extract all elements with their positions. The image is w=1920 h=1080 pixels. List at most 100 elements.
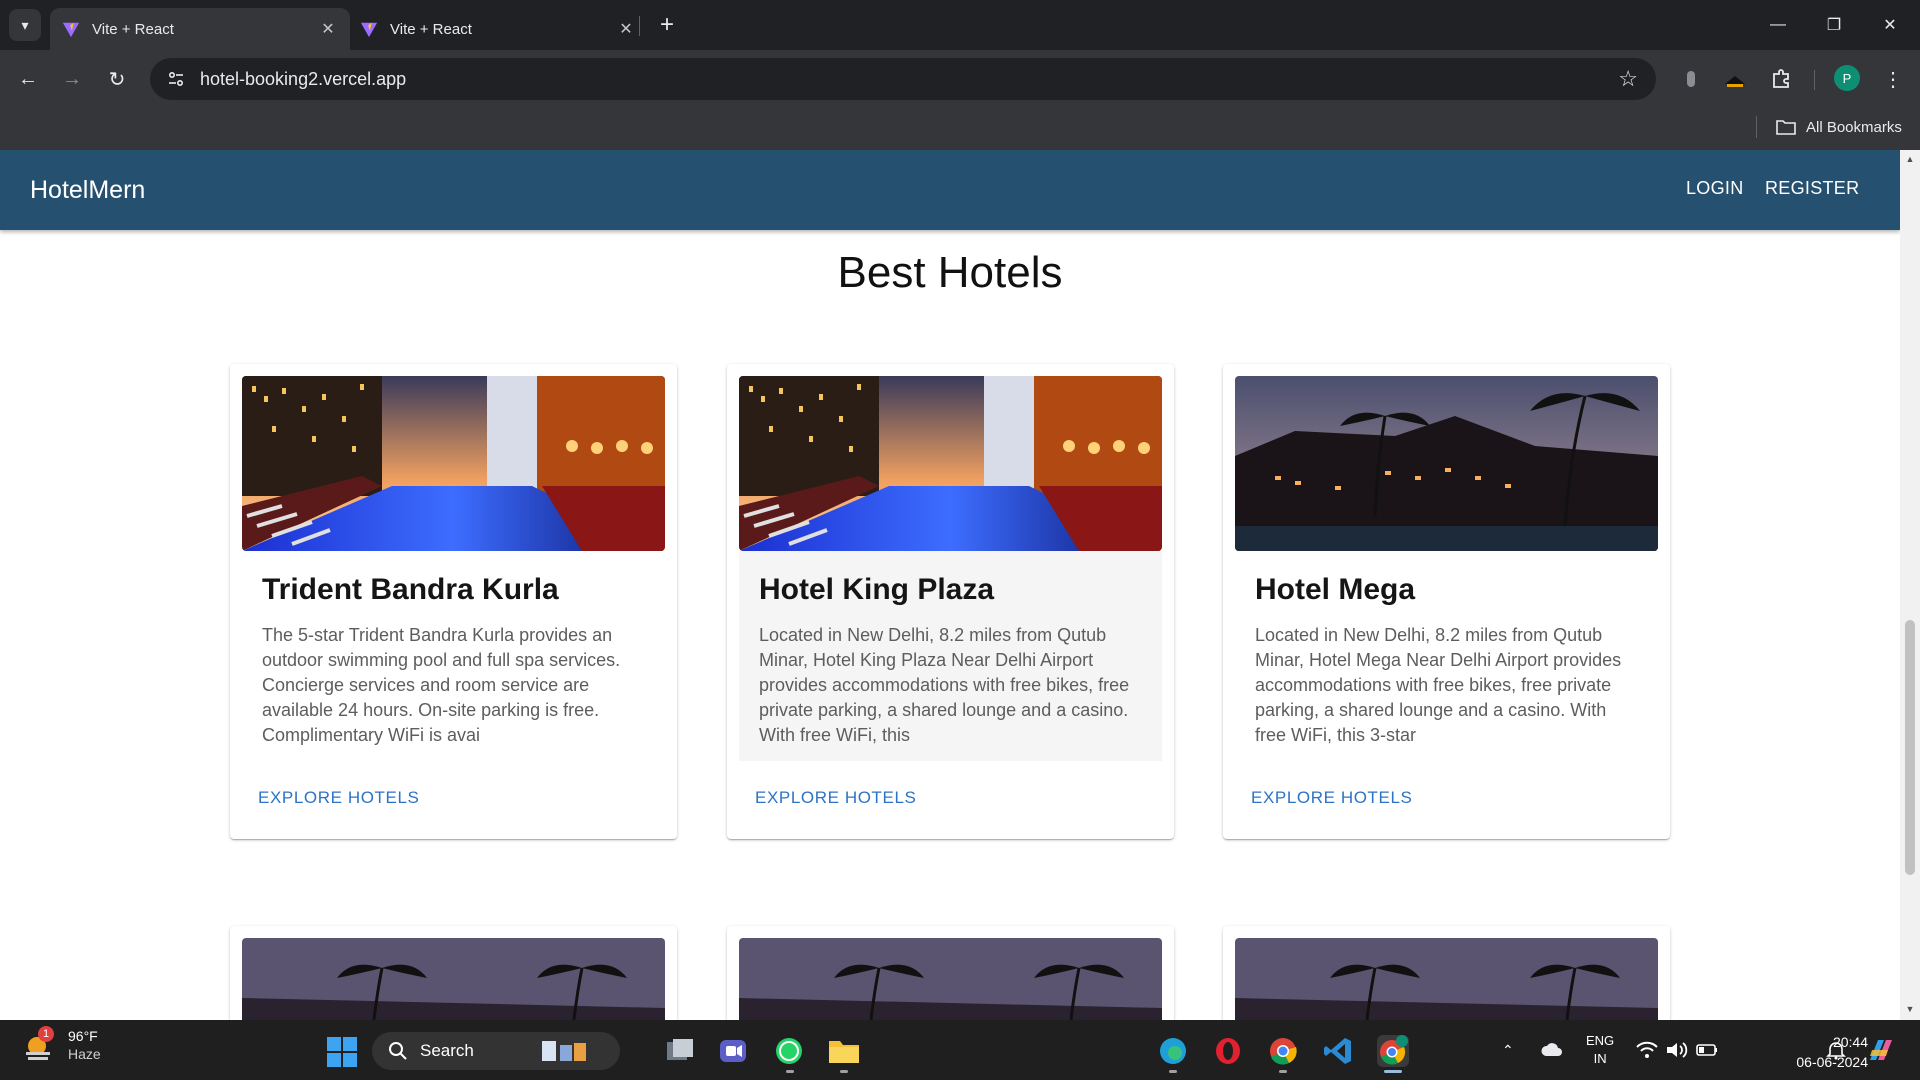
windows-start-icon[interactable] bbox=[327, 1037, 357, 1067]
new-tab-button[interactable]: + bbox=[652, 10, 682, 40]
onedrive-cloud-icon[interactable] bbox=[1540, 1020, 1564, 1080]
browser-tab-active[interactable]: Vite + React ✕ bbox=[50, 8, 350, 50]
scroll-up-arrow-icon[interactable]: ▲ bbox=[1904, 154, 1916, 164]
notification-bell-icon[interactable] bbox=[1826, 1020, 1846, 1080]
reload-icon: ↻ bbox=[108, 68, 126, 91]
address-bar[interactable]: hotel-booking2.vercel.app ☆ bbox=[150, 58, 1656, 100]
extensions-puzzle-icon[interactable] bbox=[1766, 64, 1796, 94]
edge-browser-icon[interactable] bbox=[1157, 1035, 1189, 1067]
browser-toolbar: ← → ↻ hotel-booking2.vercel.app ☆ P ⋮ bbox=[0, 50, 1920, 108]
all-bookmarks-button[interactable]: All Bookmarks bbox=[1776, 114, 1902, 140]
toolbar-divider bbox=[1814, 70, 1815, 90]
close-window-button[interactable]: ✕ bbox=[1862, 0, 1918, 50]
language-indicator[interactable]: ENG IN bbox=[1586, 1020, 1614, 1080]
scrollbar-thumb[interactable] bbox=[1905, 620, 1915, 875]
bookmarks-divider bbox=[1756, 116, 1757, 138]
weather-temperature: 96°F bbox=[68, 1028, 98, 1044]
hotel-card bbox=[727, 926, 1174, 1020]
language-region: IN bbox=[1593, 1051, 1607, 1066]
reload-button[interactable]: ↻ bbox=[100, 62, 134, 96]
running-indicator bbox=[1279, 1070, 1287, 1073]
site-info-icon[interactable] bbox=[164, 67, 188, 91]
opera-browser-icon[interactable] bbox=[1212, 1035, 1244, 1067]
register-link[interactable]: REGISTER bbox=[1765, 178, 1859, 199]
tab-close-icon[interactable]: ✕ bbox=[616, 19, 636, 39]
hotel-image[interactable] bbox=[1235, 938, 1658, 1020]
copilot-icon[interactable] bbox=[1864, 1020, 1896, 1080]
login-link[interactable]: LOGIN bbox=[1686, 178, 1744, 199]
extension-icon[interactable] bbox=[1720, 64, 1750, 94]
back-button[interactable]: ← bbox=[11, 62, 45, 96]
task-view-icon[interactable] bbox=[664, 1035, 696, 1067]
wifi-icon[interactable] bbox=[1636, 1020, 1658, 1080]
hotel-card: Trident Bandra Kurla The 5-star Trident … bbox=[230, 364, 677, 839]
active-app-indicator bbox=[1384, 1070, 1402, 1073]
hotel-card bbox=[1223, 926, 1670, 1020]
chevron-down-icon: ▾ bbox=[21, 16, 29, 33]
browser-tab[interactable]: Vite + React ✕ bbox=[348, 8, 648, 50]
hotel-description: The 5-star Trident Bandra Kurla provides… bbox=[262, 625, 621, 745]
close-icon: ✕ bbox=[1883, 17, 1897, 34]
volume-icon[interactable] bbox=[1666, 1020, 1688, 1080]
arrow-left-icon: ← bbox=[18, 67, 38, 90]
tab-title: Vite + React bbox=[390, 20, 472, 38]
search-icon bbox=[389, 1042, 407, 1060]
hotel-description: Located in New Delhi, 8.2 miles from Qut… bbox=[759, 625, 1130, 745]
page-scrollbar[interactable]: ▲ ▼ bbox=[1900, 150, 1920, 1020]
hotel-card: Hotel Mega Located in New Delhi, 8.2 mil… bbox=[1223, 364, 1670, 839]
menu-kebab-icon[interactable]: ⋮ bbox=[1878, 64, 1908, 94]
hotel-image[interactable] bbox=[739, 376, 1162, 551]
url-text: hotel-booking2.vercel.app bbox=[200, 68, 407, 89]
explore-hotels-button[interactable]: EXPLORE HOTELS bbox=[755, 788, 916, 808]
all-bookmarks-label: All Bookmarks bbox=[1806, 118, 1902, 136]
app-header: HotelMern LOGIN REGISTER bbox=[0, 150, 1900, 230]
file-explorer-icon[interactable] bbox=[828, 1035, 860, 1067]
hotel-card-content[interactable]: Hotel King Plaza Located in New Delhi, 8… bbox=[739, 551, 1162, 761]
scroll-down-arrow-icon[interactable]: ▼ bbox=[1904, 1004, 1916, 1014]
hotel-image[interactable] bbox=[739, 938, 1162, 1020]
chrome-profile-icon[interactable] bbox=[1377, 1035, 1409, 1067]
bookmarks-bar: All Bookmarks bbox=[0, 108, 1920, 150]
tab-close-icon[interactable]: ✕ bbox=[318, 19, 338, 39]
show-hidden-icons-icon[interactable]: ⌃ bbox=[1502, 1020, 1514, 1080]
search-label: Search bbox=[420, 1041, 474, 1060]
explore-hotels-button[interactable]: EXPLORE HOTELS bbox=[258, 788, 419, 808]
vscode-icon[interactable] bbox=[1322, 1035, 1354, 1067]
bookmark-star-icon[interactable]: ☆ bbox=[1618, 66, 1638, 92]
weather-condition: Haze bbox=[68, 1046, 101, 1062]
weather-sun-icon: 1 bbox=[22, 1026, 56, 1062]
vite-favicon-icon bbox=[62, 22, 80, 38]
folder-icon bbox=[1776, 120, 1796, 135]
hotel-image[interactable] bbox=[1235, 376, 1658, 551]
profile-initial: P bbox=[1842, 70, 1852, 86]
hotel-card-content[interactable]: Trident Bandra Kurla The 5-star Trident … bbox=[242, 551, 665, 748]
chrome-browser-icon[interactable] bbox=[1267, 1035, 1299, 1067]
brand-logo[interactable]: HotelMern bbox=[30, 176, 145, 205]
forward-button[interactable]: → bbox=[55, 62, 89, 96]
os-taskbar: 1 96°F Haze Search ⌃ ENG IN 20:44 06-06-… bbox=[0, 1020, 1920, 1080]
battery-icon[interactable] bbox=[1696, 1020, 1718, 1080]
extension-icon[interactable] bbox=[1676, 64, 1706, 94]
arrow-right-icon: → bbox=[62, 67, 82, 90]
running-indicator bbox=[786, 1070, 794, 1073]
restore-button[interactable]: ❐ bbox=[1806, 0, 1862, 50]
hotel-name: Trident Bandra Kurla bbox=[262, 573, 559, 606]
tab-search-button[interactable]: ▾ bbox=[9, 9, 41, 41]
hotel-description: Located in New Delhi, 8.2 miles from Qut… bbox=[1255, 625, 1622, 745]
weather-widget[interactable]: 1 96°F Haze bbox=[22, 1026, 101, 1062]
language-code: ENG bbox=[1586, 1033, 1615, 1048]
profile-avatar[interactable]: P bbox=[1834, 65, 1860, 91]
whatsapp-icon[interactable] bbox=[773, 1035, 805, 1067]
hotel-image[interactable] bbox=[242, 938, 665, 1020]
tab-title: Vite + React bbox=[92, 20, 174, 38]
hotel-name: Hotel Mega bbox=[1255, 573, 1416, 606]
vite-favicon-icon bbox=[360, 22, 378, 38]
hotel-card-content[interactable]: Hotel Mega Located in New Delhi, 8.2 mil… bbox=[1235, 551, 1658, 748]
teams-meet-icon[interactable] bbox=[717, 1035, 749, 1067]
taskbar-search[interactable]: Search bbox=[372, 1032, 620, 1070]
minimize-button[interactable]: — bbox=[1750, 0, 1806, 50]
running-indicator bbox=[1169, 1070, 1177, 1073]
explore-hotels-button[interactable]: EXPLORE HOTELS bbox=[1251, 788, 1412, 808]
hotel-image[interactable] bbox=[242, 376, 665, 551]
restore-icon: ❐ bbox=[1826, 17, 1842, 34]
